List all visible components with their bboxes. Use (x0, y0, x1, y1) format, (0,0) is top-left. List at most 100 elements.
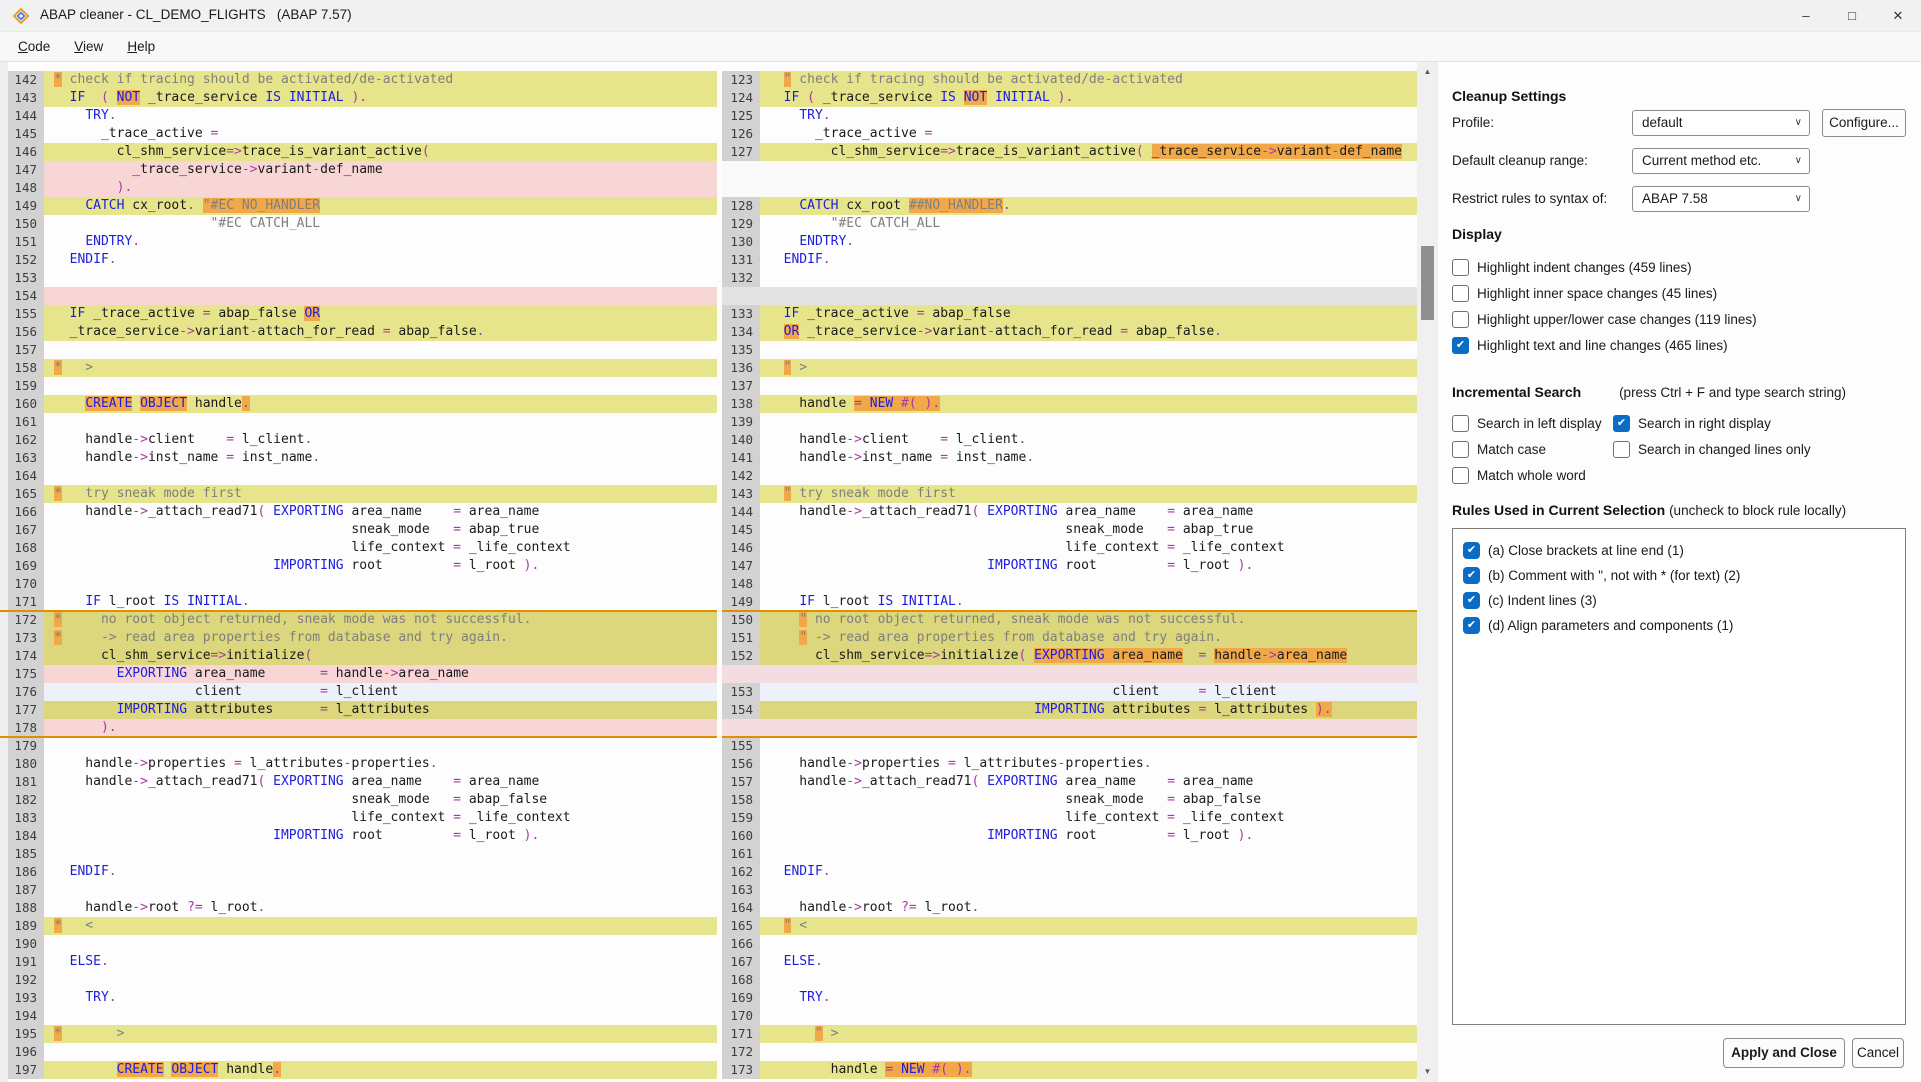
code-line[interactable]: 155 IF _trace_active = abap_false OR (0, 305, 717, 323)
code-line[interactable]: 180 handle->properties = l_attributes-pr… (0, 755, 717, 773)
code-line[interactable]: 164 (0, 467, 717, 485)
code-line[interactable] (722, 161, 1417, 179)
code-line[interactable]: 135 (722, 341, 1417, 359)
code-line[interactable]: 128 CATCH cx_root ##NO_HANDLER. (722, 197, 1417, 215)
code-line[interactable]: 162 ENDIF. (722, 863, 1417, 881)
code-line[interactable]: 123 " check if tracing should be activat… (722, 71, 1417, 89)
code-line[interactable] (722, 719, 1417, 737)
code-line[interactable]: 195* > (0, 1025, 717, 1043)
rule-item-2-checkbox[interactable]: ✔ (1463, 592, 1480, 609)
code-line[interactable]: 171 " > (722, 1025, 1417, 1043)
code-line[interactable]: 174 cl_shm_service=>initialize( (0, 647, 717, 665)
code-line[interactable]: 131 ENDIF. (722, 251, 1417, 269)
code-line[interactable]: 184 IMPORTING root = l_root ). (0, 827, 717, 845)
code-line[interactable]: 166 handle->_attach_read71( EXPORTING ar… (0, 503, 717, 521)
code-line[interactable]: 139 (722, 413, 1417, 431)
code-line[interactable]: 141 handle->inst_name = inst_name. (722, 449, 1417, 467)
code-line[interactable]: 173* -> read area properties from databa… (0, 629, 717, 647)
minimize-button[interactable]: – (1783, 0, 1829, 32)
code-line[interactable]: 169 TRY. (722, 989, 1417, 1007)
code-line[interactable]: 132 (722, 269, 1417, 287)
code-line[interactable]: 196 (0, 1043, 717, 1061)
scroll-down-icon[interactable]: ▼ (1417, 1064, 1438, 1080)
code-line[interactable]: 146 cl_shm_service=>trace_is_variant_act… (0, 143, 717, 161)
code-line[interactable]: 143 IF ( NOT _trace_service IS INITIAL )… (0, 89, 717, 107)
scrollbar-thumb[interactable] (1421, 246, 1434, 320)
code-line[interactable]: 192 (0, 971, 717, 989)
code-line[interactable]: 194 (0, 1007, 717, 1025)
maximize-button[interactable]: □ (1829, 0, 1875, 32)
code-line[interactable]: 156 handle->properties = l_attributes-pr… (722, 755, 1417, 773)
apply-and-close-button[interactable]: Apply and Close (1723, 1038, 1845, 1068)
menu-item-view[interactable]: View (62, 35, 115, 58)
code-line[interactable]: 150 " no root object returned, sneak mod… (722, 611, 1417, 629)
code-line[interactable]: 125 TRY. (722, 107, 1417, 125)
cancel-button[interactable]: Cancel (1852, 1038, 1904, 1068)
profile-dropdown[interactable]: default ∨ (1632, 110, 1810, 136)
code-line[interactable]: 170 (722, 1007, 1417, 1025)
code-line[interactable]: 152 cl_shm_service=>initialize( EXPORTIN… (722, 647, 1417, 665)
code-line[interactable]: 145 _trace_active = (0, 125, 717, 143)
code-line[interactable]: 197 CREATE OBJECT handle. (0, 1061, 717, 1079)
code-line[interactable]: 146 life_context = _life_context (722, 539, 1417, 557)
code-line[interactable]: 144 TRY. (0, 107, 717, 125)
code-line[interactable]: 164 handle->root ?= l_root. (722, 899, 1417, 917)
code-line[interactable]: 167 ELSE. (722, 953, 1417, 971)
code-line[interactable]: 145 sneak_mode = abap_true (722, 521, 1417, 539)
code-line[interactable]: 153 (0, 269, 717, 287)
code-line[interactable]: 165* try sneak mode first (0, 485, 717, 503)
code-line[interactable]: 170 (0, 575, 717, 593)
code-line[interactable]: 142* check if tracing should be activate… (0, 71, 717, 89)
search-option-3-checkbox[interactable] (1613, 441, 1630, 458)
code-line[interactable]: 186 ENDIF. (0, 863, 717, 881)
code-line[interactable]: 185 (0, 845, 717, 863)
code-line[interactable]: 188 handle->root ?= l_root. (0, 899, 717, 917)
code-line[interactable]: 149 IF l_root IS INITIAL. (722, 593, 1417, 611)
code-line[interactable] (722, 287, 1417, 305)
code-line[interactable]: 182 sneak_mode = abap_false (0, 791, 717, 809)
code-line[interactable]: 147 IMPORTING root = l_root ). (722, 557, 1417, 575)
code-line[interactable]: 151 ENDTRY. (0, 233, 717, 251)
code-line[interactable]: 168 (722, 971, 1417, 989)
code-line[interactable]: 129 "#EC CATCH_ALL (722, 215, 1417, 233)
code-line[interactable]: 137 (722, 377, 1417, 395)
code-line[interactable]: 171 IF l_root IS INITIAL. (0, 593, 717, 611)
code-line[interactable]: 130 ENDTRY. (722, 233, 1417, 251)
code-line[interactable] (722, 665, 1417, 683)
code-line[interactable]: 166 (722, 935, 1417, 953)
cleanup-range-dropdown[interactable]: Current method etc. ∨ (1632, 148, 1810, 174)
code-line[interactable]: 157 handle->_attach_read71( EXPORTING ar… (722, 773, 1417, 791)
code-line[interactable]: 169 IMPORTING root = l_root ). (0, 557, 717, 575)
code-line[interactable]: 177 IMPORTING attributes = l_attributes (0, 701, 717, 719)
code-line[interactable]: 157 (0, 341, 717, 359)
code-line[interactable]: 156 _trace_service->variant-attach_for_r… (0, 323, 717, 341)
code-line[interactable]: 193 TRY. (0, 989, 717, 1007)
code-line[interactable]: 187 (0, 881, 717, 899)
code-line[interactable]: 190 (0, 935, 717, 953)
search-option-2-checkbox[interactable] (1452, 441, 1469, 458)
code-line[interactable]: 143 " try sneak mode first (722, 485, 1417, 503)
code-line[interactable]: 160 IMPORTING root = l_root ). (722, 827, 1417, 845)
display-option-1-checkbox[interactable] (1452, 285, 1469, 302)
code-line[interactable]: 149 CATCH cx_root. "#EC NO_HANDLER (0, 197, 717, 215)
code-line[interactable]: 172 (722, 1043, 1417, 1061)
code-line[interactable]: 167 sneak_mode = abap_true (0, 521, 717, 539)
code-line[interactable]: 154 IMPORTING attributes = l_attributes … (722, 701, 1417, 719)
code-line[interactable]: 176 client = l_client (0, 683, 717, 701)
rule-item-3-checkbox[interactable]: ✔ (1463, 617, 1480, 634)
code-line[interactable]: 163 (722, 881, 1417, 899)
code-line[interactable]: 191 ELSE. (0, 953, 717, 971)
configure-button[interactable]: Configure... (1822, 109, 1906, 137)
code-line[interactable]: 151 " -> read area properties from datab… (722, 629, 1417, 647)
code-line[interactable]: 179 (0, 737, 717, 755)
scroll-up-icon[interactable]: ▲ (1417, 64, 1438, 80)
code-line[interactable]: 133 IF _trace_active = abap_false (722, 305, 1417, 323)
code-line[interactable]: 161 (722, 845, 1417, 863)
code-line[interactable]: 160 CREATE OBJECT handle. (0, 395, 717, 413)
code-scrollbar[interactable]: ▲ ▼ (1417, 62, 1438, 1082)
code-line[interactable]: 189* < (0, 917, 717, 935)
code-line[interactable]: 168 life_context = _life_context (0, 539, 717, 557)
code-line[interactable]: 153 client = l_client (722, 683, 1417, 701)
code-line[interactable]: 147 _trace_service->variant-def_name (0, 161, 717, 179)
code-line[interactable]: 161 (0, 413, 717, 431)
